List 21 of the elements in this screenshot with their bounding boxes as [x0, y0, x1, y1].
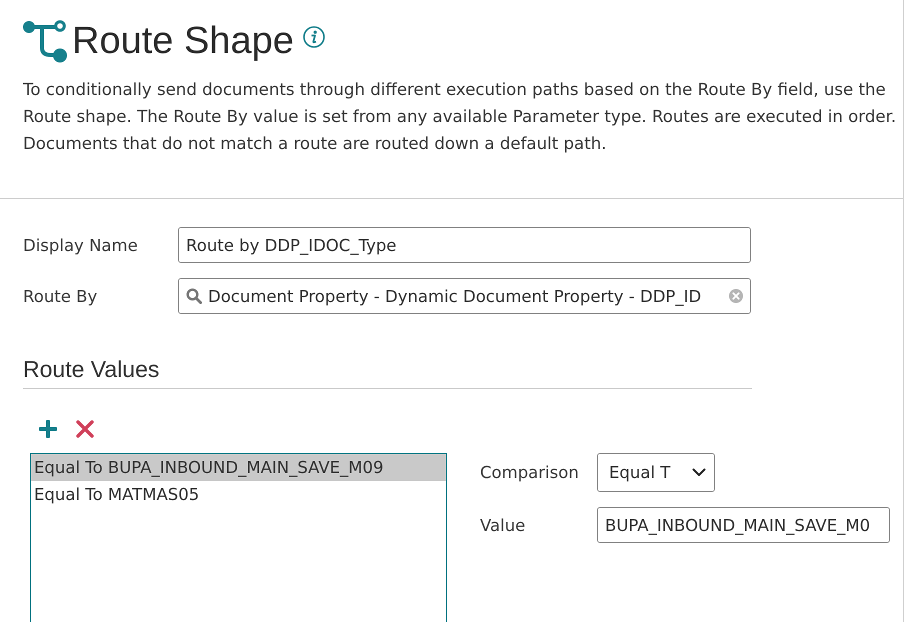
chevron-down-icon: [692, 468, 706, 477]
page-title: Route Shape: [72, 20, 294, 62]
section-heading: Route Values: [23, 357, 160, 381]
remove-button[interactable]: [76, 420, 94, 438]
text-field[interactable]: BUPA_INBOUND_MAIN_SAVE_M0: [597, 507, 890, 543]
info-icon[interactable]: [302, 26, 325, 48]
add-button[interactable]: [39, 420, 57, 438]
field-label: Route By: [23, 286, 98, 306]
comparison-dropdown[interactable]: Equal T: [597, 453, 715, 492]
text-field[interactable]: Route by DDP_IDOC_Type: [178, 227, 751, 263]
cross-icon: [76, 420, 94, 438]
description-text: To conditionally send documents through different execution paths based on the Route By field, use the Route shape. The Route By value is set from any available Parameter type. Routes are executed in order. Documents that do not match a route are routed down a default path.: [23, 79, 898, 155]
field-label: Value: [480, 516, 526, 534]
plus-icon: [39, 420, 57, 438]
list-item[interactable]: Equal To MATMAS05: [31, 481, 446, 508]
search-field[interactable]: Document Property - Dynamic Document Property - DDP_ID: [178, 278, 751, 314]
route-logo-icon: [23, 20, 68, 62]
field-label: Comparison: [480, 463, 579, 482]
list-item[interactable]: Equal To BUPA_INBOUND_MAIN_SAVE_M09: [31, 454, 446, 481]
field-label: Display Name: [23, 236, 138, 254]
search-icon: [186, 288, 202, 304]
